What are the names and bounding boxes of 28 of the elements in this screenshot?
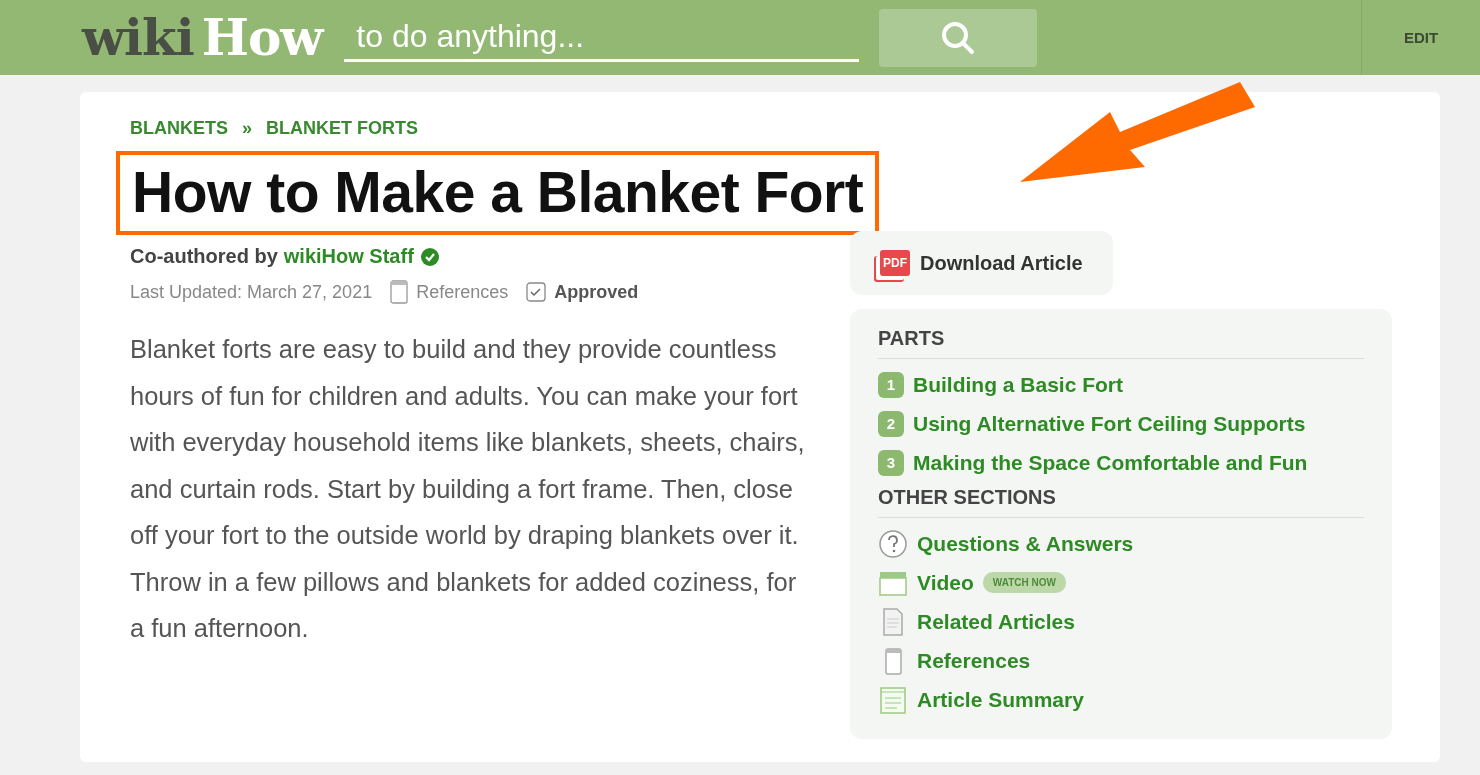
author-link[interactable]: wikiHow Staff [283,245,414,268]
contents-link[interactable]: Article Summary [878,680,1364,719]
breadcrumb-separator: » [242,118,252,139]
number-badge: 1 [878,371,904,398]
contents-link[interactable]: 3 Making the Space Comfortable and Fun [878,443,1364,482]
approved-label: Approved [554,281,639,303]
number-badge: 2 [878,410,904,437]
breadcrumb-link[interactable]: BLANKET FORTS [266,118,418,139]
references-link[interactable]: References [416,281,509,303]
contents-link[interactable]: Questions & Answers [878,524,1364,563]
contents-link[interactable]: 2 Using Alternative Fort Ceiling Supports [878,404,1364,443]
contents-link[interactable]: Video WATCH NOW [878,563,1364,602]
edit-link[interactable]: EDIT [1361,0,1480,75]
article-title: How to Make a Blanket Fort [116,151,880,235]
contents-link[interactable]: 1 Building a Basic Fort [878,365,1364,404]
intro-paragraph: Blanket forts are easy to build and they provide countless hours of fun for children and adults. You can make your fort with everyday household items like blankets, sheets, chairs, and curtain rods. Start by building a fort frame. Then, close off your fort to the outside world by draping blankets over it. Throw in a few pillows and blankets for added coziness, for a fun afternoon. [130,334,806,644]
search-field[interactable]: to do anything... [344,13,860,62]
number-badge: 3 [878,449,904,476]
download-button[interactable]: PDF Download Article [850,231,1113,295]
contents-link[interactable]: References [878,641,1364,680]
section-heading: PARTS [878,327,1364,359]
breadcrumb-link[interactable]: BLANKETS [130,118,228,139]
section-heading: OTHER SECTIONS [878,486,1364,518]
byline-label: Co-authored by [130,245,278,268]
logo[interactable]: wiki How [82,8,323,67]
watch-now-badge: WATCH NOW [982,572,1066,593]
last-updated: Last Updated: March 27, 2021 [130,281,373,303]
contents-link[interactable]: Related Articles [878,602,1364,641]
